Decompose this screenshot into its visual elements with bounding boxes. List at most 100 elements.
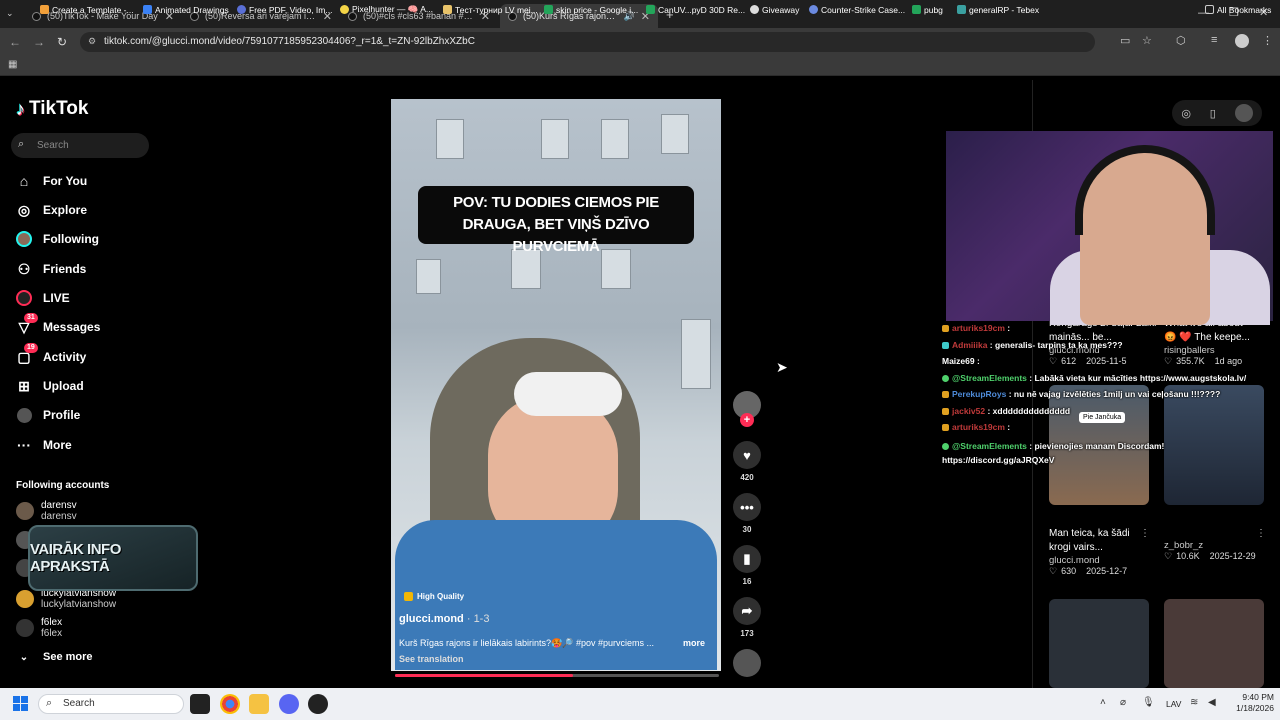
- app-icon[interactable]: [308, 694, 328, 714]
- nav-label: Activity: [43, 350, 87, 364]
- recommended-item[interactable]: z_bobr_z ♡ 10.6K 2025-12-29: [1164, 540, 1256, 562]
- nav-upload[interactable]: ⊞ Upload: [16, 375, 84, 397]
- chrome-icon[interactable]: [220, 694, 240, 714]
- nav-messages[interactable]: ▽ 31 Messages: [16, 313, 101, 338]
- recommended-user: z_bobr_z: [1164, 540, 1204, 551]
- profile-avatar-icon[interactable]: [1235, 34, 1249, 48]
- friends-icon: ⚇: [17, 260, 31, 277]
- nav-friends[interactable]: ⚇ Friends: [16, 258, 87, 280]
- recommended-date: 2025-11-5: [1086, 356, 1127, 366]
- all-bookmarks-button[interactable]: All Bookmarks: [1205, 3, 1271, 16]
- nav-for-you[interactable]: ⌂ For You: [16, 170, 87, 192]
- nav-explore[interactable]: ◎ Explore: [16, 199, 87, 221]
- nav-live[interactable]: LIVE: [16, 287, 70, 309]
- options-icon[interactable]: ⋮: [1140, 528, 1150, 539]
- following-account[interactable]: darensv darensv: [16, 499, 77, 523]
- bookmark-favicon-icon: [544, 5, 553, 14]
- microphone-icon[interactable]: 🎙: [1142, 697, 1155, 708]
- nav-activity[interactable]: ▢ 19 Activity: [16, 343, 87, 368]
- chat-text: Labākā vieta kur mācīties https://www.au…: [1034, 373, 1247, 383]
- bookmark-star-icon[interactable]: ☆: [1142, 34, 1152, 47]
- bookmark-item[interactable]: Create a Template -...: [40, 3, 134, 16]
- bookmark-item[interactable]: Free PDF, Video, Im...: [237, 3, 332, 16]
- network-icon[interactable]: ⌀: [1120, 697, 1126, 708]
- window: [601, 249, 631, 289]
- bookmark-item[interactable]: Giveaway: [750, 3, 799, 16]
- more-icon: ···: [17, 437, 31, 453]
- video-author[interactable]: glucci.mond · 1-3: [399, 613, 489, 625]
- avatar: [16, 502, 34, 520]
- nav-label: Messages: [43, 320, 101, 334]
- bookmark-item[interactable]: Тест-турнир LV mei...: [443, 3, 538, 16]
- tab-search-icon[interactable]: ⌄: [6, 8, 14, 19]
- like-button[interactable]: ♥ 420: [733, 441, 761, 482]
- site-info-icon[interactable]: ⚙: [88, 36, 96, 47]
- wifi-icon[interactable]: ≋: [1190, 697, 1198, 708]
- phone-icon[interactable]: ▯: [1210, 107, 1216, 120]
- forward-icon[interactable]: →: [30, 33, 48, 51]
- heart-icon: ♡: [1049, 566, 1058, 576]
- account-name: darensv: [41, 500, 77, 511]
- save-button[interactable]: ▮ 16: [733, 545, 761, 586]
- chat-message: jackiv52 : xdddddddddddddd: [942, 406, 1070, 416]
- chat-user: PerekupRoys: [952, 389, 1007, 399]
- reload-icon[interactable]: ↻: [53, 33, 71, 51]
- see-more-button[interactable]: ⌄ See more: [16, 646, 93, 668]
- windows-start-icon[interactable]: [13, 696, 29, 712]
- menu-kebab-icon[interactable]: ⋮: [1262, 34, 1273, 47]
- bookmark-item[interactable]: Pixelhunter — 🧠 A...: [340, 3, 433, 16]
- avatar[interactable]: [1234, 104, 1253, 122]
- heart-icon: ♡: [1164, 356, 1173, 366]
- taskbar-search-input[interactable]: Search: [38, 694, 184, 714]
- follow-plus-icon[interactable]: +: [740, 413, 754, 427]
- creator-avatar-button[interactable]: +: [733, 391, 761, 427]
- activity-icon: ▢ 19: [16, 343, 38, 365]
- chat-user: Maize69: [942, 356, 975, 366]
- discord-icon[interactable]: [279, 694, 299, 714]
- back-icon[interactable]: ←: [6, 33, 24, 51]
- bookmark-item[interactable]: Counter-Strike Case...: [809, 3, 905, 16]
- cast-icon[interactable]: ▭: [1120, 34, 1130, 47]
- comment-button[interactable]: ••• 30: [733, 493, 761, 534]
- volume-icon[interactable]: ◀: [1208, 697, 1216, 708]
- recommended-thumbnail[interactable]: [1164, 599, 1264, 688]
- apps-grid-icon[interactable]: ▦: [8, 59, 17, 70]
- recommended-item[interactable]: Man teica, ka šādi krogi vairs... glucci…: [1049, 527, 1149, 577]
- recommended-thumbnail[interactable]: [1164, 385, 1264, 505]
- extensions-icon[interactable]: ⬡: [1176, 34, 1186, 47]
- share-button[interactable]: ➦ 173: [733, 597, 761, 638]
- high-quality-badge[interactable]: High Quality: [404, 592, 464, 601]
- following-account[interactable]: f6lex f6lex: [16, 616, 62, 640]
- file-explorer-icon[interactable]: [249, 694, 269, 714]
- chevron-up-icon[interactable]: ˄: [1100, 697, 1106, 708]
- compass-icon[interactable]: ◎: [1181, 107, 1191, 120]
- bookmark-item[interactable]: Animated Drawings: [143, 3, 229, 16]
- nav-more[interactable]: ··· More: [16, 434, 72, 456]
- nav-profile[interactable]: Profile: [16, 404, 80, 426]
- bookmark-label: CanUV...pyD 30D Re...: [658, 4, 746, 15]
- chat-badge-icon: [942, 391, 949, 399]
- bookmark-item[interactable]: pubg: [912, 3, 943, 16]
- search-input[interactable]: Search: [11, 133, 149, 158]
- bookmark-item[interactable]: CanUV...pyD 30D Re...: [646, 3, 745, 16]
- bookmark-item[interactable]: generalRP - Tebex: [957, 3, 1039, 16]
- recommended-thumbnail[interactable]: [1049, 599, 1149, 688]
- task-view-icon[interactable]: [190, 694, 210, 714]
- nav-following[interactable]: Following: [16, 228, 99, 250]
- bookmark-item[interactable]: skin price - Google i...: [544, 3, 638, 16]
- see-translation-button[interactable]: See translation: [399, 654, 464, 664]
- system-clock[interactable]: 9:40 PM 1/18/2026: [1234, 692, 1274, 714]
- language-indicator[interactable]: LAV: [1166, 699, 1181, 709]
- tiktok-logo[interactable]: ♪ TikTok: [16, 98, 88, 120]
- options-icon[interactable]: ⋮: [1256, 528, 1266, 539]
- recommended-likes: 630: [1061, 566, 1077, 576]
- url-input[interactable]: tiktok.com/@glucci.mond/video/7591077185…: [80, 32, 1095, 52]
- media-control-icon[interactable]: ≡: [1211, 34, 1217, 46]
- sound-button[interactable]: [733, 649, 761, 681]
- video-progress-bar[interactable]: [395, 674, 719, 677]
- tiktok-note-icon: ♪: [16, 98, 25, 119]
- chat-message: PerekupRoys : nu nē vajag izvēlēties 1mi…: [942, 389, 1220, 399]
- recommended-date: 2025-12-29: [1209, 551, 1256, 561]
- window: [681, 319, 711, 389]
- more-button[interactable]: more: [683, 638, 705, 648]
